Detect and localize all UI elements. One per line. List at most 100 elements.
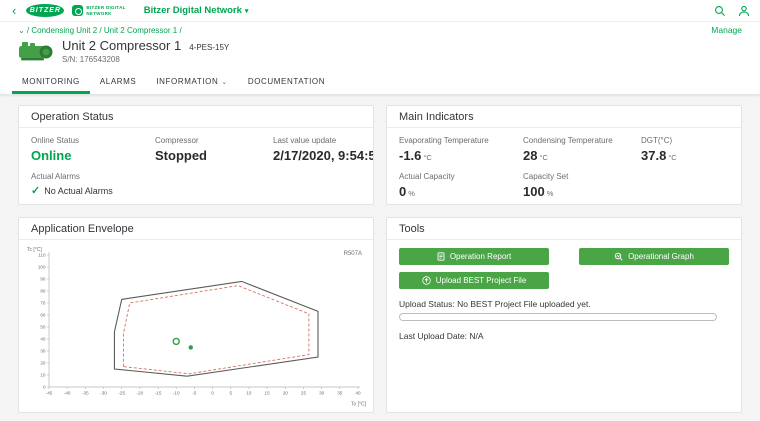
tab-information-label: INFORMATION	[156, 77, 218, 86]
unit-label: °C	[539, 153, 547, 162]
breadcrumb-row: ⌄ / Condensing Unit 2 / Unit 2 Compresso…	[0, 22, 760, 36]
device-title-block: Unit 2 Compressor 1 4-PES-15Y S/N: 17654…	[62, 38, 229, 64]
svg-text:35: 35	[337, 391, 343, 396]
field-actual-alarms: Actual Alarms ✓ No Actual Alarms	[31, 172, 361, 197]
operation-status-body: Online Status Online Compressor Stopped …	[19, 128, 373, 205]
field-label: DGT(°C)	[641, 136, 729, 145]
online-status-value: Online	[31, 148, 149, 163]
tab-alarms[interactable]: ALARMS	[90, 71, 147, 94]
network-logo-line2: NETWORK	[86, 11, 125, 16]
upload-status-text: Upload Status: No BEST Project File uplo…	[399, 299, 729, 309]
svg-text:-35: -35	[82, 391, 89, 396]
top-shell: ‹ BITZER BITZER DIGITAL NETWORK Bitzer D…	[0, 0, 760, 95]
field-label: Compressor	[155, 136, 267, 145]
upload-best-project-file-button[interactable]: Upload BEST Project File	[399, 272, 549, 289]
svg-text:60: 60	[40, 313, 46, 318]
x-axis-label: To [°C]	[351, 402, 367, 408]
application-envelope-chart-wrap: -45-40-35-30-25-20-15-10-505101520253035…	[19, 240, 373, 412]
upload-progress-bar	[399, 313, 717, 321]
compressor-state-value: Stopped	[155, 148, 267, 163]
tools-panel: Tools Operation Report	[386, 217, 742, 413]
back-icon[interactable]: ‹	[10, 4, 18, 17]
panel-title: Main Indicators	[387, 106, 741, 128]
field-label: Online Status	[31, 136, 149, 145]
chevron-down-icon: ▾	[245, 7, 249, 15]
tools-body: Operation Report Operational Graph Uploa	[387, 240, 741, 412]
app-title-dropdown[interactable]: Bitzer Digital Network ▾	[144, 5, 249, 16]
envelope-outer-boundary	[114, 281, 318, 376]
upload-icon	[422, 276, 431, 285]
panel-title: Tools	[387, 218, 741, 240]
y-axis-label: Tc [°C]	[27, 247, 42, 253]
last-upload-date-text: Last Upload Date: N/A	[399, 331, 729, 341]
app-title-label: Bitzer Digital Network	[144, 5, 242, 16]
svg-text:-10: -10	[173, 391, 180, 396]
svg-text:15: 15	[265, 391, 271, 396]
tab-information[interactable]: INFORMATION ⌄	[146, 71, 237, 94]
svg-text:0: 0	[211, 391, 214, 396]
svg-text:25: 25	[301, 391, 307, 396]
unit-label: %	[547, 189, 554, 198]
bitzer-digital-network-logo: BITZER DIGITAL NETWORK	[72, 5, 125, 16]
tab-bar: MONITORING ALARMS INFORMATION ⌄ DOCUMENT…	[0, 71, 760, 95]
report-icon	[437, 252, 445, 261]
chevron-down-icon: ⌄	[221, 78, 227, 86]
svg-text:10: 10	[40, 373, 46, 378]
svg-text:-45: -45	[46, 391, 53, 396]
svg-text:80: 80	[40, 289, 46, 294]
user-icon[interactable]	[738, 5, 750, 17]
header-left: ‹ BITZER BITZER DIGITAL NETWORK Bitzer D…	[10, 4, 714, 17]
svg-text:10: 10	[246, 391, 252, 396]
svg-text:70: 70	[40, 301, 46, 306]
last-update-value: 2/17/2020, 9:54:59…	[273, 148, 374, 163]
panel-title: Application Envelope	[19, 218, 373, 240]
tab-monitoring[interactable]: MONITORING	[12, 71, 90, 94]
alarms-value: No Actual Alarms	[44, 186, 113, 196]
manage-link[interactable]: Manage	[711, 25, 742, 35]
device-serial: S/N: 176543208	[62, 55, 229, 64]
svg-text:30: 30	[319, 391, 325, 396]
panel-title: Operation Status	[19, 106, 373, 128]
field-actual-capacity: Actual Capacity 0%	[399, 172, 517, 199]
field-label: Condensing Temperature	[523, 136, 635, 145]
svg-text:40: 40	[355, 391, 361, 396]
tab-alarms-label: ALARMS	[100, 77, 137, 86]
network-logo-icon	[72, 5, 83, 16]
indicator-value: 0%	[399, 184, 517, 199]
field-label: Last value update	[273, 136, 374, 145]
tab-documentation-label: DOCUMENTATION	[248, 77, 325, 86]
field-evaporating-temperature: Evaporating Temperature -1.6°C	[399, 136, 517, 163]
svg-text:-25: -25	[118, 391, 125, 396]
operational-graph-button[interactable]: Operational Graph	[579, 248, 729, 265]
svg-text:100: 100	[38, 265, 46, 270]
field-label: Actual Alarms	[31, 172, 361, 181]
indicator-value: 28°C	[523, 148, 635, 163]
indicator-value: -1.6°C	[399, 148, 517, 163]
refrigerant-label: R507A	[344, 251, 362, 257]
device-name: Unit 2 Compressor 1	[62, 38, 181, 53]
operational-graph-label: Operational Graph	[628, 252, 694, 261]
indicator-value: 100%	[523, 184, 635, 199]
device-header: Unit 2 Compressor 1 4-PES-15Y S/N: 17654…	[0, 36, 760, 64]
compressor-icon	[18, 38, 54, 64]
field-dgt: DGT(°C) 37.8°C	[641, 136, 729, 163]
svg-text:0: 0	[43, 385, 46, 390]
operation-report-button[interactable]: Operation Report	[399, 248, 549, 265]
device-model: 4-PES-15Y	[189, 43, 229, 52]
svg-text:40: 40	[40, 337, 46, 342]
search-icon[interactable]	[714, 5, 726, 17]
svg-text:20: 20	[283, 391, 289, 396]
dashboard-content: Operation Status Online Status Online Co…	[0, 95, 760, 421]
field-capacity-set: Capacity Set 100%	[523, 172, 635, 199]
field-label: Evaporating Temperature	[399, 136, 517, 145]
svg-text:-30: -30	[100, 391, 107, 396]
application-envelope-chart: -45-40-35-30-25-20-15-10-505101520253035…	[23, 242, 370, 408]
operation-status-panel: Operation Status Online Status Online Co…	[18, 105, 374, 205]
field-label: Actual Capacity	[399, 172, 517, 181]
svg-text:-40: -40	[64, 391, 71, 396]
field-label: Capacity Set	[523, 172, 635, 181]
breadcrumb[interactable]: ⌄ / Condensing Unit 2 / Unit 2 Compresso…	[18, 26, 182, 35]
network-logo-text: BITZER DIGITAL NETWORK	[86, 5, 125, 16]
tab-documentation[interactable]: DOCUMENTATION	[238, 71, 335, 94]
main-indicators-panel: Main Indicators Evaporating Temperature …	[386, 105, 742, 205]
